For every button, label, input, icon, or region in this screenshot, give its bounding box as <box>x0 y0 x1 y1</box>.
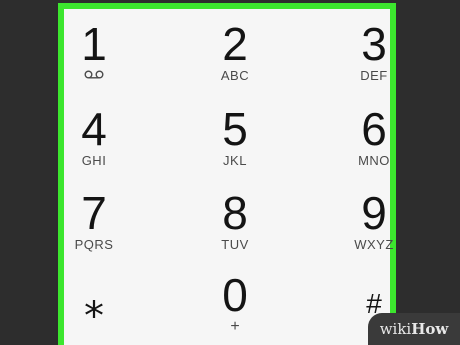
key-0-digit: 0 <box>222 269 248 321</box>
key-3[interactable]: 3 DEF <box>324 21 424 83</box>
key-2-digit: 2 <box>222 18 248 70</box>
voicemail-icon <box>84 70 104 79</box>
watermark-prefix: wiki <box>379 320 412 338</box>
wikihow-watermark: wikiHow <box>368 313 460 345</box>
key-8-digit: 8 <box>222 187 248 239</box>
key-8-letters: TUV <box>221 237 249 252</box>
key-2-letters: ABC <box>220 68 250 83</box>
key-6[interactable]: 6 MNO <box>324 106 424 168</box>
key-1-digit: 1 <box>81 18 107 70</box>
key-3-letters: DEF <box>360 68 388 83</box>
dial-keypad: 1 2 ABC 3 DEF 4 GHI 5 JKL 6 MNO 7 PQRS 8… <box>58 3 396 345</box>
key-5-digit: 5 <box>222 103 248 155</box>
key-7-digit: 7 <box>81 187 107 239</box>
key-star[interactable]: ⁎ <box>44 281 144 327</box>
key-3-digit: 3 <box>361 18 387 70</box>
key-5[interactable]: 5 JKL <box>185 106 285 168</box>
key-4[interactable]: 4 GHI <box>44 106 144 168</box>
key-4-letters: GHI <box>81 153 107 168</box>
watermark-suffix: How <box>411 320 449 338</box>
key-2[interactable]: 2 ABC <box>185 21 285 83</box>
key-7-letters: PQRS <box>74 237 114 252</box>
key-5-letters: JKL <box>223 153 247 168</box>
key-1[interactable]: 1 <box>44 21 144 79</box>
screen: 1 2 ABC 3 DEF 4 GHI 5 JKL 6 MNO 7 PQRS 8… <box>0 0 460 345</box>
key-0[interactable]: 0 + <box>185 269 285 335</box>
key-0-plus: + <box>230 318 240 335</box>
key-4-digit: 4 <box>81 103 107 155</box>
key-9[interactable]: 9 WXYZ <box>324 190 424 252</box>
key-7[interactable]: 7 PQRS <box>44 190 144 252</box>
key-9-letters: WXYZ <box>354 237 394 252</box>
key-6-digit: 6 <box>361 103 387 155</box>
key-6-letters: MNO <box>358 153 390 168</box>
key-9-digit: 9 <box>361 187 387 239</box>
key-8[interactable]: 8 TUV <box>185 190 285 252</box>
key-star-symbol: ⁎ <box>84 282 104 326</box>
